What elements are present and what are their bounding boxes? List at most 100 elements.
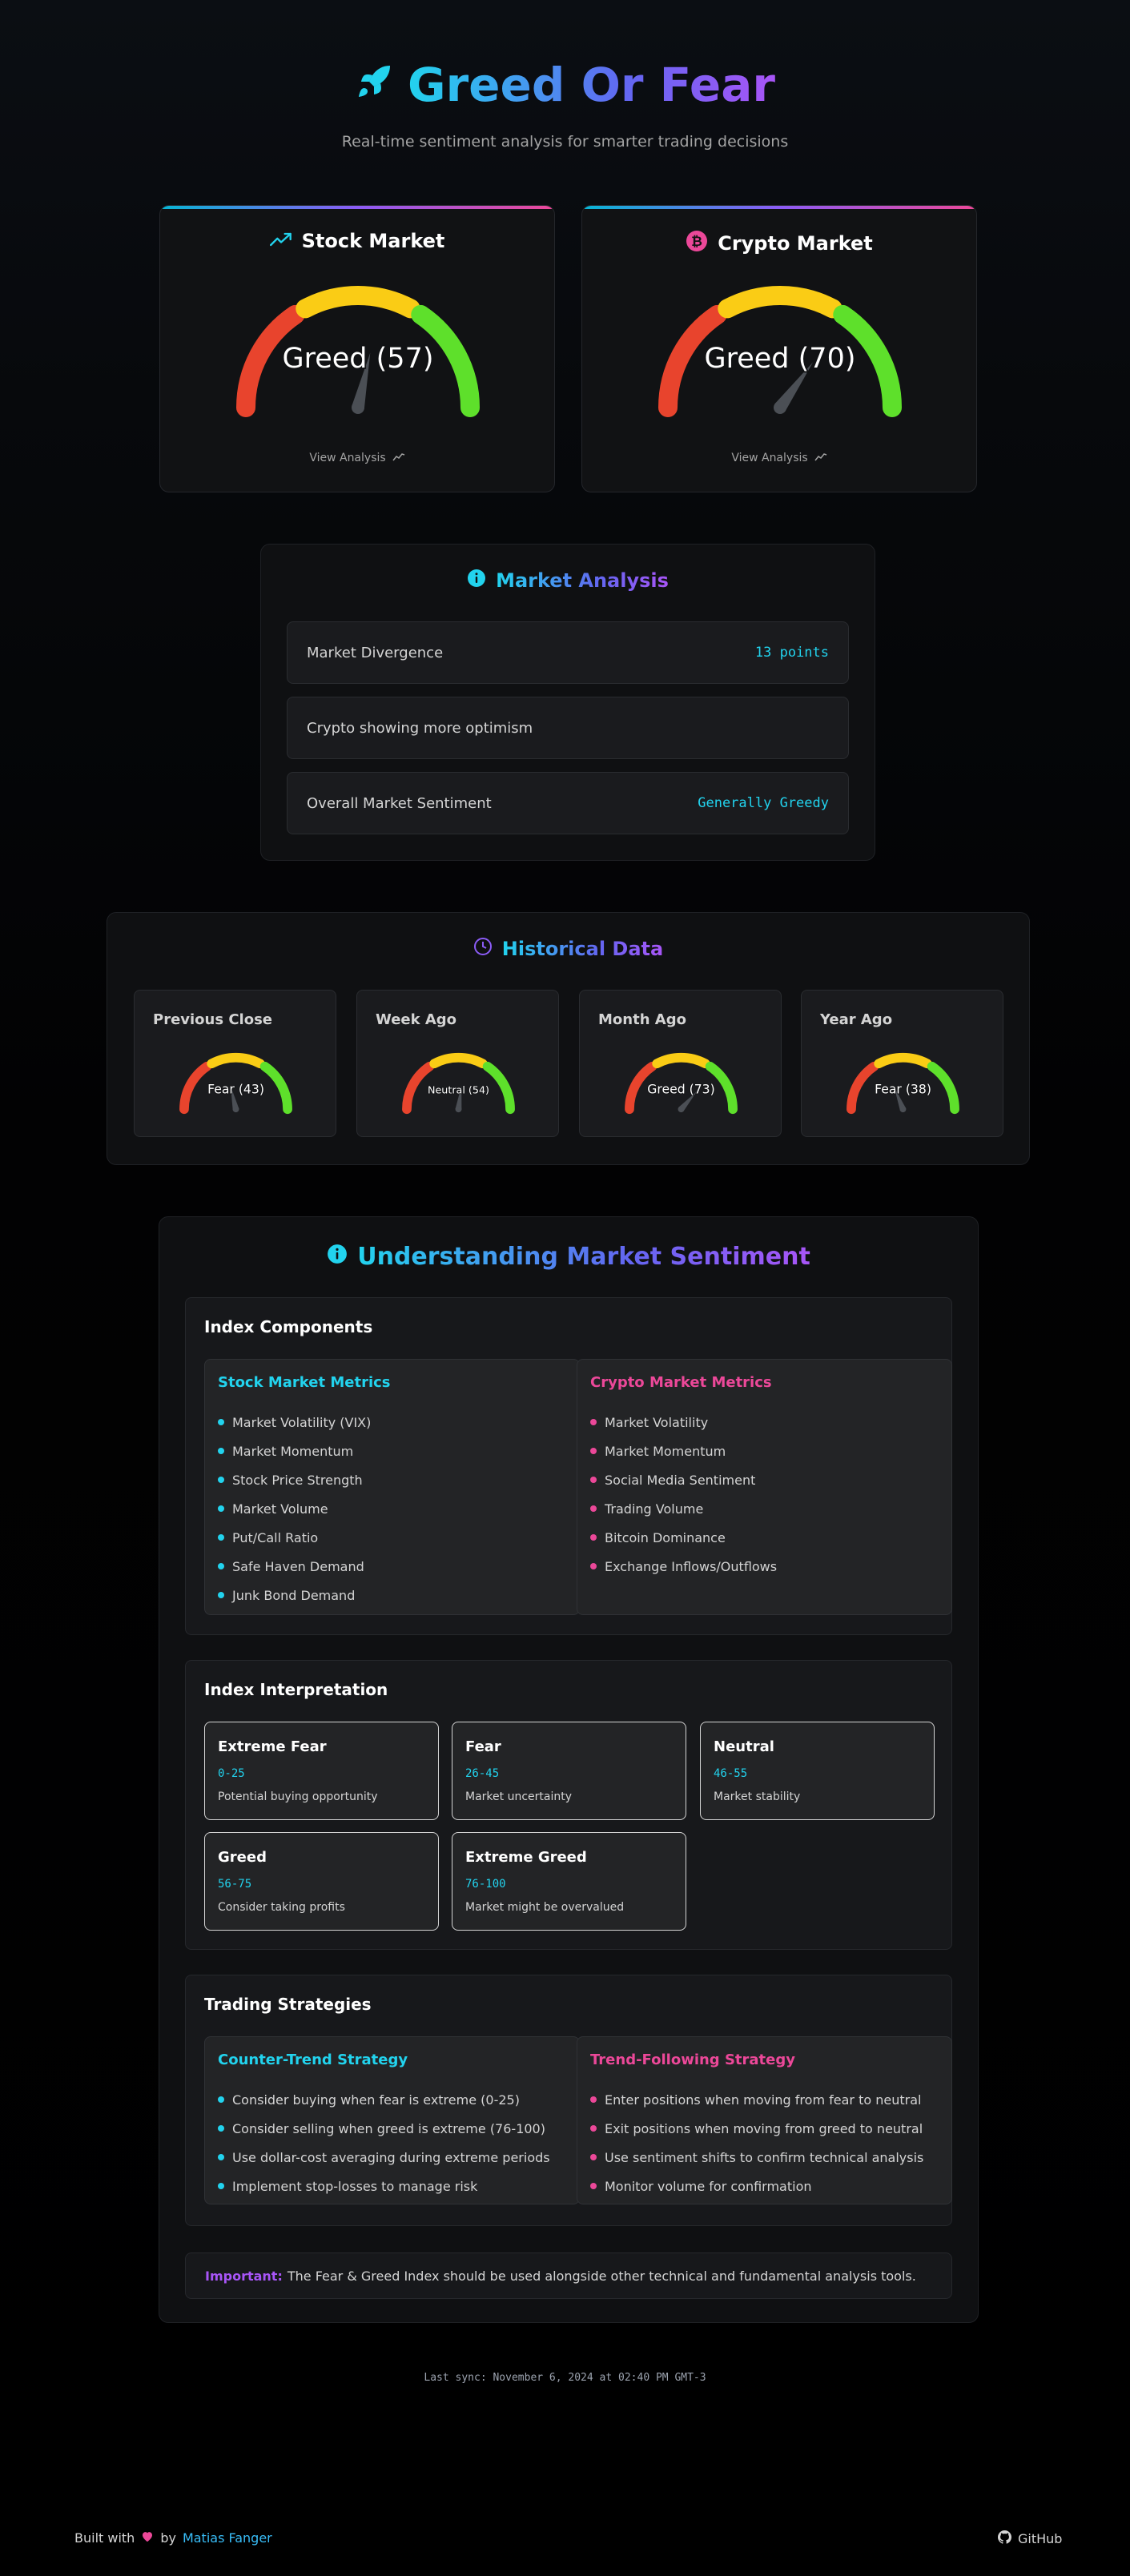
historical-data-heading: Historical Data bbox=[107, 937, 1029, 961]
list-item: Social Media Sentiment bbox=[590, 1465, 777, 1494]
list-item: Market Momentum bbox=[590, 1437, 777, 1465]
list-item: Trading Volume bbox=[590, 1494, 777, 1523]
list-item: Use dollar-cost averaging during extreme… bbox=[218, 2143, 550, 2172]
gauge-segment-neutral bbox=[718, 286, 842, 319]
gauge-segment-neutral bbox=[874, 1052, 932, 1069]
counter-trend-list: Consider buying when fear is extreme (0-… bbox=[218, 2085, 550, 2200]
stock-market-card: Stock Market Greed (57) View Analysis bbox=[159, 205, 555, 492]
overall-sentiment-label: Overall Market Sentiment bbox=[307, 794, 492, 812]
list-item: Market Volatility (VIX) bbox=[218, 1408, 371, 1437]
market-analysis-panel: Market Analysis Market Divergence 13 poi… bbox=[260, 544, 875, 861]
list-item: Market Volatility bbox=[590, 1408, 777, 1437]
stock-market-heading: Stock Market bbox=[160, 230, 554, 252]
list-item: Market Volume bbox=[218, 1494, 371, 1523]
list-item: Safe Haven Demand bbox=[218, 1552, 371, 1581]
list-item: Put/Call Ratio bbox=[218, 1523, 371, 1552]
list-item: Exchange Inflows/Outflows bbox=[590, 1552, 777, 1581]
history-gauge-year-ago: Fear (38) bbox=[846, 1052, 959, 1115]
interpretation-card-extreme-greed: Extreme Greed 76-100 Market might be ove… bbox=[452, 1832, 686, 1931]
index-interpretation-section: Index Interpretation Extreme Fear 0-25 P… bbox=[185, 1660, 952, 1950]
trading-strategies-section: Trading Strategies Counter-Trend Strateg… bbox=[185, 1975, 952, 2226]
optimism-row: Crypto showing more optimism bbox=[287, 697, 849, 759]
history-gauge-month-ago: Greed (73) bbox=[625, 1052, 738, 1115]
page-header: Greed Or Fear Real-time sentiment analys… bbox=[0, 58, 1130, 151]
list-item: Junk Bond Demand bbox=[218, 1581, 371, 1609]
stock-metrics-list: Market Volatility (VIX) Market Momentum … bbox=[218, 1408, 371, 1609]
author-link[interactable]: Matias Fanger bbox=[183, 2530, 272, 2546]
page-title-row: Greed Or Fear bbox=[355, 58, 775, 112]
overall-sentiment-row: Overall Market Sentiment Generally Greed… bbox=[287, 772, 849, 834]
list-item: Use sentiment shifts to confirm technica… bbox=[590, 2143, 923, 2172]
trending-up-icon bbox=[269, 230, 292, 252]
crypto-metrics-title: Crypto Market Metrics bbox=[590, 1374, 772, 1391]
trend-following-card: Trend-Following Strategy Enter positions… bbox=[577, 2036, 952, 2204]
github-link[interactable]: GitHub bbox=[998, 2530, 1062, 2547]
index-components-title: Index Components bbox=[204, 1317, 373, 1336]
crypto-view-analysis-link[interactable]: View Analysis bbox=[582, 452, 976, 464]
built-with-label: Built with bbox=[74, 2530, 135, 2546]
page-title: Greed Or Fear bbox=[407, 58, 776, 112]
index-components-section: Index Components Stock Market Metrics Ma… bbox=[185, 1297, 952, 1635]
rocket-icon bbox=[355, 58, 393, 112]
history-gauge-week-ago: Neutral (54) bbox=[402, 1052, 515, 1115]
svg-text:₿: ₿ bbox=[691, 234, 702, 250]
history-card-title: Week Ago bbox=[376, 1011, 457, 1028]
footer-credits: Built with by Matias Fanger bbox=[74, 2530, 272, 2546]
gauge-label: Greed (73) bbox=[647, 1082, 714, 1097]
gauge-segment-neutral bbox=[429, 1052, 488, 1069]
stock-view-analysis-label: View Analysis bbox=[309, 452, 386, 464]
historical-data-panel: Historical Data Previous Close Fear (43)… bbox=[107, 912, 1030, 1165]
crypto-market-gauge: Greed (70) bbox=[658, 286, 902, 417]
gauge-segment-fear bbox=[179, 1061, 212, 1115]
history-card-previous-close: Previous Close Fear (43) bbox=[134, 990, 336, 1137]
counter-trend-title: Counter-Trend Strategy bbox=[218, 2052, 408, 2068]
stock-market-title: Stock Market bbox=[301, 230, 445, 252]
crypto-market-title: Crypto Market bbox=[718, 232, 873, 255]
list-item: Exit positions when moving from greed to… bbox=[590, 2114, 923, 2143]
gauge-label: Fear (38) bbox=[875, 1082, 931, 1097]
list-item: Monitor volume for confirmation bbox=[590, 2172, 923, 2200]
gauge-segment-neutral bbox=[296, 286, 420, 319]
market-divergence-row: Market Divergence 13 points bbox=[287, 621, 849, 684]
crypto-market-heading: ₿ Crypto Market bbox=[582, 230, 976, 257]
important-note-text: The Fear & Greed Index should be used al… bbox=[287, 2268, 916, 2284]
market-analysis-heading: Market Analysis bbox=[261, 569, 875, 593]
interpretation-card-neutral: Neutral 46-55 Market stability bbox=[700, 1722, 935, 1820]
overall-sentiment-value: Generally Greedy bbox=[698, 795, 829, 811]
history-card-title: Previous Close bbox=[153, 1011, 273, 1028]
gauge-label: Greed (70) bbox=[705, 343, 856, 375]
last-sync-text: Last sync: November 6, 2024 at 02:40 PM … bbox=[424, 2372, 706, 2384]
important-note: Important: The Fear & Greed Index should… bbox=[185, 2252, 952, 2299]
list-item: Enter positions when moving from fear to… bbox=[590, 2085, 923, 2114]
line-chart-icon bbox=[392, 452, 405, 464]
counter-trend-card: Counter-Trend Strategy Consider buying w… bbox=[204, 2036, 580, 2204]
history-card-month-ago: Month Ago Greed (73) bbox=[579, 990, 782, 1137]
by-label: by bbox=[160, 2530, 176, 2546]
list-item: Market Momentum bbox=[218, 1437, 371, 1465]
crypto-metrics-card: Crypto Market Metrics Market Volatility … bbox=[577, 1359, 952, 1615]
github-icon bbox=[998, 2530, 1011, 2547]
market-analysis-title: Market Analysis bbox=[496, 569, 669, 592]
info-icon bbox=[327, 1243, 348, 1271]
stock-metrics-title: Stock Market Metrics bbox=[218, 1374, 391, 1391]
market-divergence-value: 13 points bbox=[754, 645, 829, 661]
interpretation-card-extreme-fear: Extreme Fear 0-25 Potential buying oppor… bbox=[204, 1722, 439, 1820]
history-card-title: Month Ago bbox=[598, 1011, 686, 1028]
gauge-segment-neutral bbox=[652, 1052, 710, 1069]
trend-following-list: Enter positions when moving from fear to… bbox=[590, 2085, 923, 2200]
history-card-title: Year Ago bbox=[820, 1011, 893, 1028]
stock-metrics-card: Stock Market Metrics Market Volatility (… bbox=[204, 1359, 580, 1615]
gauge-segment-neutral bbox=[207, 1052, 265, 1069]
history-card-week-ago: Week Ago Neutral (54) bbox=[356, 990, 559, 1137]
stock-view-analysis-link[interactable]: View Analysis bbox=[160, 452, 554, 464]
crypto-market-card: ₿ Crypto Market Greed (70) View Analysis bbox=[581, 205, 977, 492]
market-divergence-label: Market Divergence bbox=[307, 644, 444, 661]
gauge-label: Neutral (54) bbox=[428, 1084, 489, 1096]
history-gauge-previous-close: Fear (43) bbox=[179, 1052, 292, 1115]
stock-market-gauge: Greed (57) bbox=[236, 286, 480, 417]
historical-data-title: Historical Data bbox=[501, 938, 664, 960]
clock-icon bbox=[473, 937, 493, 961]
gauge-segment-fear bbox=[846, 1061, 879, 1115]
history-card-year-ago: Year Ago Fear (38) bbox=[801, 990, 1003, 1137]
interpretation-card-greed: Greed 56-75 Consider taking profits bbox=[204, 1832, 439, 1931]
